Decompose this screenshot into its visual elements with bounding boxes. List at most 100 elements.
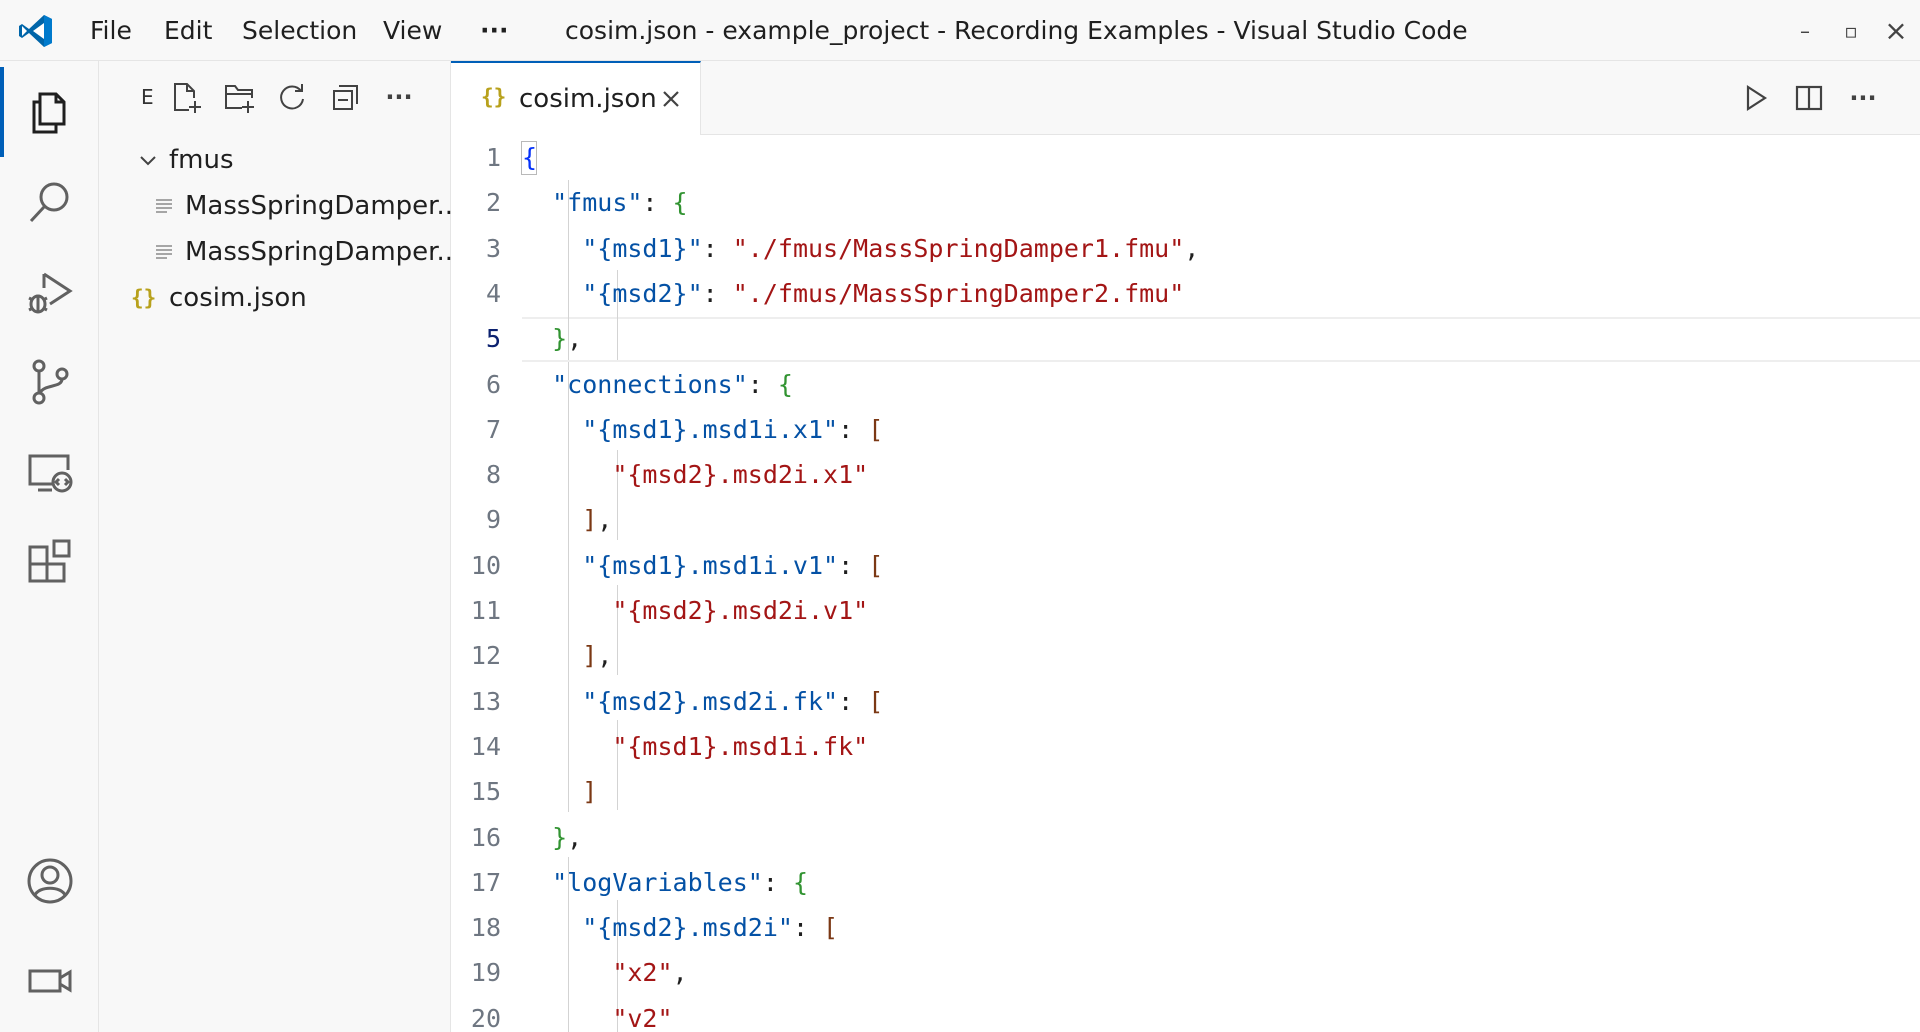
new-folder-button[interactable] (221, 79, 257, 115)
close-icon[interactable] (659, 87, 683, 111)
code-line: "{msd2}.msd2i": [ (522, 905, 838, 950)
extensions-icon (28, 539, 70, 583)
code-token: ] (582, 777, 598, 807)
explorer-header: E ··· (99, 61, 451, 131)
code-token: ] (582, 641, 598, 671)
menu-file[interactable]: File (90, 0, 132, 61)
code-line: "{msd2}.msd2i.x1" (522, 452, 868, 497)
line-number: 8 (485, 460, 501, 490)
collapse-all-button[interactable] (327, 79, 363, 115)
line-number: 19 (470, 958, 501, 988)
activity-explorer[interactable] (0, 67, 99, 157)
activity-remote-explorer[interactable] (0, 427, 99, 517)
tree-label: MassSpringDamper... (185, 237, 462, 267)
code-token: ] (582, 505, 598, 535)
editor-more-button[interactable]: ··· (1844, 79, 1882, 117)
run-icon (1746, 84, 1768, 112)
code-token: : (838, 550, 869, 580)
code-token: : (792, 913, 824, 943)
code-line: "v2" (522, 996, 673, 1032)
activity-search[interactable] (0, 157, 99, 247)
code-token: : (838, 686, 869, 716)
editor-tab-bar: {} cosim.json ··· (451, 61, 1920, 135)
vscode-logo-icon (19, 15, 52, 47)
code-token: { (672, 188, 688, 218)
menu-selection[interactable]: Selection (242, 0, 357, 61)
activity-recording[interactable] (0, 936, 99, 1026)
tab-cosim-json[interactable]: {} cosim.json (451, 61, 701, 135)
code-token: "v2" (612, 1003, 673, 1032)
files-icon (32, 92, 65, 134)
code-line: "fmus": { (522, 180, 688, 225)
activity-extensions[interactable] (0, 517, 99, 607)
code-token: "logVariables" (552, 867, 763, 897)
run-debug-icon (27, 272, 73, 314)
tree-file-cosim-json[interactable]: {} cosim.json (99, 275, 451, 321)
tree-file-massspringdamper-1[interactable]: MassSpringDamper... (99, 183, 461, 229)
code-token: : (762, 867, 793, 897)
code-line: "{msd1}": "./fmus/MassSpringDamper1.fmu"… (522, 226, 1199, 271)
explorer-sidebar: E ··· fmus MassSpringDamper... MassSprin… (99, 61, 461, 1032)
activity-source-control[interactable] (0, 337, 99, 427)
explorer-more-button[interactable]: ··· (381, 79, 417, 115)
explorer-title: E (141, 85, 154, 109)
line-number: 10 (470, 550, 501, 580)
line-number: 20 (470, 1003, 501, 1032)
refresh-icon (280, 84, 304, 110)
minimize-button[interactable]: – (1790, 16, 1820, 46)
split-editor-button[interactable] (1790, 79, 1828, 117)
tree-folder-fmus[interactable]: fmus (99, 137, 451, 183)
activity-accounts[interactable] (0, 836, 99, 926)
window-title: cosim.json - example_project - Recording… (565, 16, 1468, 45)
code-token: : (747, 369, 778, 399)
tree-label: fmus (169, 145, 234, 175)
activity-run-debug[interactable] (0, 247, 99, 337)
close-window-button[interactable]: × (1881, 16, 1911, 46)
remote-explorer-icon (28, 454, 72, 493)
line-number: 1 (485, 143, 501, 172)
new-file-button[interactable] (168, 79, 204, 115)
split-editor-icon (1795, 85, 1823, 111)
code-token: , (567, 324, 583, 354)
title-bar: File Edit Selection View ··· cosim.json … (0, 0, 1920, 61)
code-line: ], (522, 633, 612, 678)
code-line: "{msd1}.msd1i.v1": [ (522, 543, 883, 588)
code-editor[interactable]: 1 2 3 4 5 6 7 8 9 10 11 12 13 14 15 16 17 18 19 20 { "fmus"… (451, 135, 1920, 1032)
run-button[interactable] (1736, 79, 1774, 117)
code-line: "{msd1}.msd1i.x1": [ (522, 407, 883, 452)
line-number: 6 (485, 369, 501, 399)
line-number: 17 (470, 867, 501, 897)
new-file-icon (174, 83, 201, 113)
code-token: [ (868, 550, 884, 580)
menu-view[interactable]: View (383, 0, 442, 61)
file-lines-icon (156, 245, 172, 259)
code-token: [ (868, 686, 884, 716)
code-line: { (522, 135, 537, 180)
line-number: 15 (470, 777, 501, 807)
line-number: 11 (470, 596, 501, 625)
code-line: "x2", (522, 950, 687, 995)
code-token: "{msd1}.msd1i.v1" (582, 550, 839, 580)
code-token: : (702, 233, 733, 263)
code-token: "./fmus/MassSpringDamper2.fmu" (732, 278, 1185, 308)
code-line: "connections": { (522, 362, 793, 407)
code-token: : (642, 188, 673, 218)
restore-button[interactable]: ▫ (1836, 16, 1866, 46)
tree-file-massspringdamper-2[interactable]: MassSpringDamper... (99, 229, 461, 275)
code-line: }, (522, 815, 582, 860)
menu-more[interactable]: ··· (480, 0, 509, 61)
tree-label: cosim.json (169, 283, 307, 313)
menu-edit[interactable]: Edit (164, 0, 212, 61)
line-number: 9 (485, 505, 501, 535)
refresh-button[interactable] (274, 79, 310, 115)
